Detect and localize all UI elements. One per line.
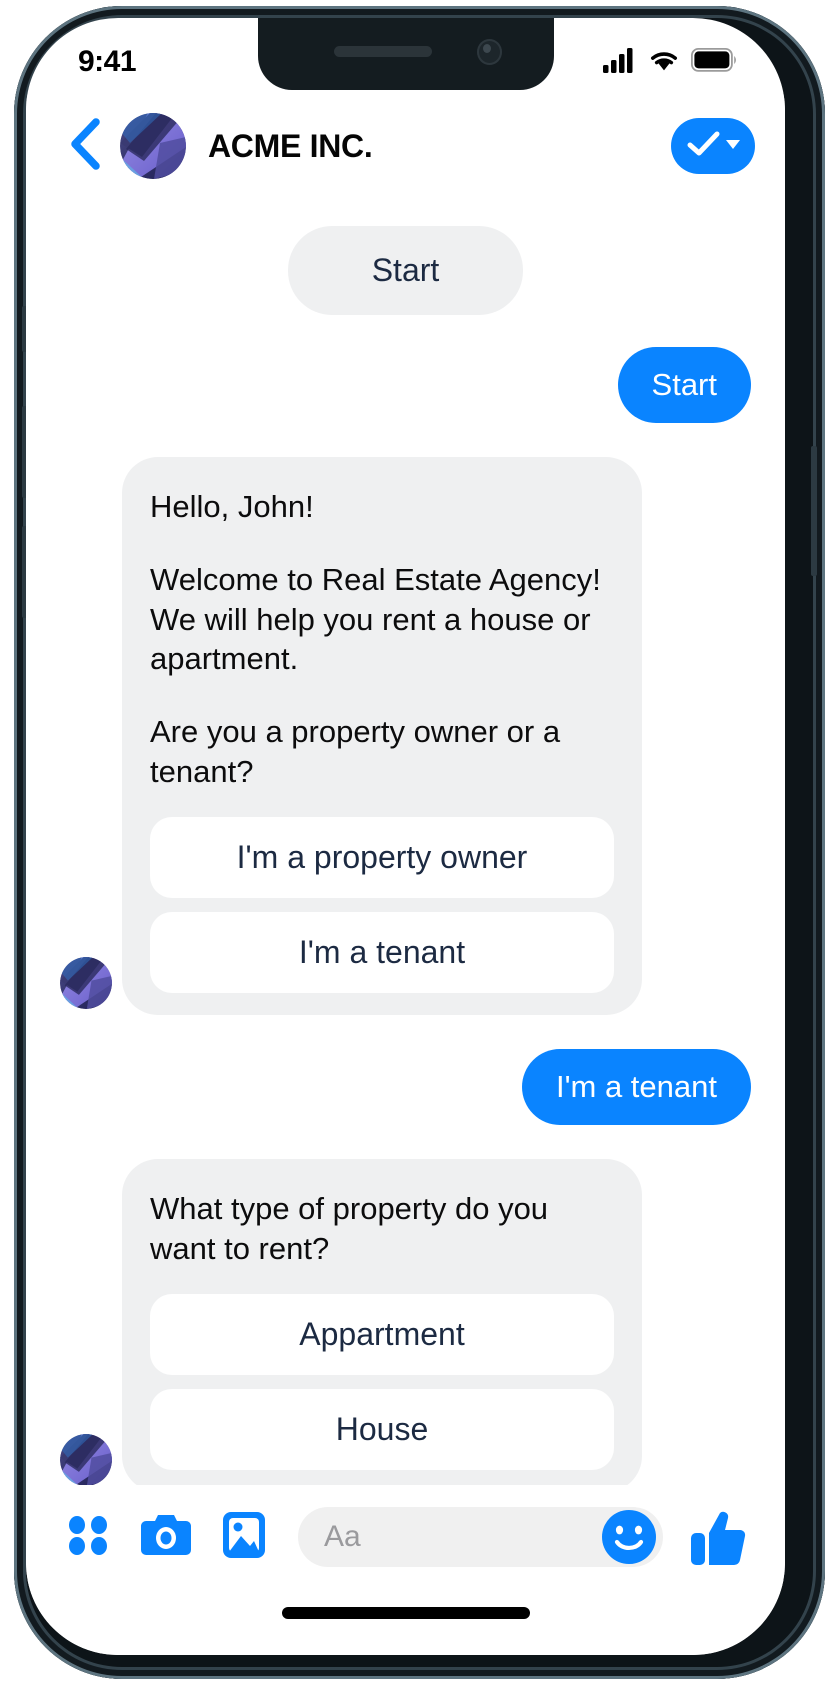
status-badge[interactable] xyxy=(671,118,755,174)
bubble-paragraph: What type of property do you want to ren… xyxy=(150,1191,549,1266)
bot-avatar xyxy=(60,1433,112,1485)
status-icons xyxy=(603,47,737,78)
thumbs-up-icon[interactable] xyxy=(689,1507,751,1569)
phone-screen: 9:41 ACME INC. Start Start Hello, John! … xyxy=(26,18,785,1655)
quick-reply-list: I'm a property owner I'm a tenant xyxy=(150,817,614,994)
incoming-bubble: What type of property do you want to ren… xyxy=(122,1159,642,1485)
message-input[interactable]: Aa xyxy=(298,1507,663,1567)
notch xyxy=(257,18,554,90)
battery-full-icon xyxy=(690,47,737,77)
back-button[interactable] xyxy=(58,117,112,176)
quick-reply-list: Appartment House xyxy=(150,1293,614,1470)
outgoing-bubble: Start xyxy=(617,347,751,423)
composer-toolbar: Aa xyxy=(26,1485,785,1655)
status-time: 9:41 xyxy=(78,45,137,78)
earpiece-speaker xyxy=(333,46,432,57)
bubble-paragraph: Are you a property owner or a tenant? xyxy=(150,714,561,789)
bubble-paragraph: Hello, John! xyxy=(150,489,314,524)
quick-reply-house[interactable]: House xyxy=(150,1388,614,1470)
message-input-placeholder: Aa xyxy=(324,1520,361,1553)
chevron-left-icon xyxy=(68,117,102,176)
bubble-text: Hello, John! Welcome to Real Estate Agen… xyxy=(150,487,614,791)
checkmark-icon xyxy=(686,130,722,163)
message-row-system: Start xyxy=(60,226,751,347)
power-button[interactable] xyxy=(811,446,817,576)
page-title: ACME INC. xyxy=(208,127,373,164)
quick-reply-property-owner[interactable]: I'm a property owner xyxy=(150,817,614,899)
quick-reply-tenant[interactable]: I'm a tenant xyxy=(150,912,614,994)
home-indicator xyxy=(281,1607,530,1619)
caret-down-icon xyxy=(725,137,741,155)
bubble-paragraph: Welcome to Real Estate Agency! We will h… xyxy=(150,562,601,677)
image-icon[interactable] xyxy=(216,1507,272,1563)
acme-logo-avatar[interactable] xyxy=(120,113,186,179)
start-pill-button[interactable]: Start xyxy=(287,226,524,315)
message-row-incoming: What type of property do you want to ren… xyxy=(60,1159,751,1485)
front-camera-icon xyxy=(476,39,502,65)
message-row-incoming: Hello, John! Welcome to Real Estate Agen… xyxy=(60,457,751,1016)
bubble-text: What type of property do you want to ren… xyxy=(150,1189,614,1268)
four-dots-grid-icon[interactable] xyxy=(60,1507,116,1563)
message-row-outgoing: Start xyxy=(60,347,751,423)
incoming-bubble: Hello, John! Welcome to Real Estate Agen… xyxy=(122,457,642,1016)
chat-header: ACME INC. xyxy=(26,94,785,198)
signal-bars-icon xyxy=(603,47,637,78)
wifi-icon xyxy=(648,47,680,77)
message-row-outgoing: I'm a tenant xyxy=(60,1049,751,1126)
smiley-face-icon[interactable] xyxy=(597,1505,661,1569)
quick-reply-appartment[interactable]: Appartment xyxy=(150,1293,614,1375)
bot-avatar xyxy=(60,957,112,1010)
outgoing-bubble: I'm a tenant xyxy=(521,1049,751,1126)
conversation-list: Start Start Hello, John! Welcome to Real… xyxy=(26,198,785,1485)
camera-icon[interactable] xyxy=(138,1507,194,1563)
